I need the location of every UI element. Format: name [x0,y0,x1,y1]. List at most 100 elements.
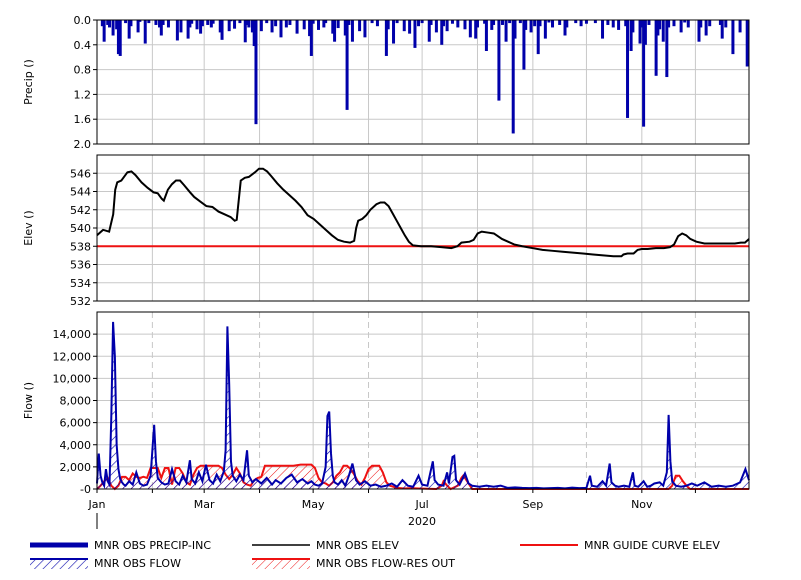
precip-ytick-label: 1.2 [74,88,92,101]
precip-bar [336,20,340,29]
x-tick-label: Nov [631,498,653,511]
legend-item-guide: MNR GUIDE CURVE ELEV [520,538,720,552]
precip-bar [551,20,555,28]
precip-bar [533,20,537,27]
precip-bar [358,20,362,32]
elev-ytick-label: 546 [70,167,91,180]
legend-swatch-guide [520,538,578,552]
precip-bar [631,20,635,33]
precip-bar [672,20,676,27]
precip-bar [456,20,460,28]
precip-bar [492,20,496,25]
precip-bar [345,20,349,110]
precip-bar [500,20,504,25]
precip-bar [538,20,542,27]
precip-bar [143,20,147,44]
precip-bar [259,20,263,32]
flow-ytick-label: 2,000 [60,461,92,474]
flow-ytick-label: -0 [80,483,91,496]
precip-bar [220,20,224,40]
precip-bar [413,20,417,48]
legend-label-res-out: MNR OBS FLOW-RES OUT [316,556,455,570]
legend-item-precip: MNR OBS PRECIP-INC [30,538,211,552]
precip-bar [118,20,122,56]
legend-swatch-flow [30,556,88,570]
precip-bar [161,20,165,25]
elev-ytick-label: 544 [70,186,91,199]
legend-label-flow: MNR OBS FLOW [94,556,181,570]
legend-label-guide: MNR GUIDE CURVE ELEV [584,538,720,552]
precip-bar [295,20,299,34]
precip-bar [724,20,728,28]
precip-bar [579,20,583,27]
precip-bar [704,20,708,36]
precip-bar [665,20,669,78]
flow-panel: -0 2,000 4,000 6,000 8,000 10,000 12,000 14,000… [22,311,750,496]
precip-bar [667,20,671,28]
precip-bar [475,20,479,28]
precip-ytick-label: 2.0 [74,138,92,151]
precip-bar [484,20,488,51]
chart-svg: 0.0 0.4 0.8 1.2 1.6 2.0 Precip () 532 534 536 538… [22,14,750,529]
elev-ytick-label: 538 [70,240,91,253]
legend-item-flow: MNR OBS FLOW [30,556,181,570]
legend-item-elev: MNR OBS ELEV [252,538,399,552]
precip-bar [392,20,396,44]
precip-bar [434,20,438,33]
precip-bar [504,20,508,42]
elev-ytick-label: 532 [70,295,91,308]
precip-bar [584,20,588,24]
x-tick-label: Jan [88,498,106,511]
precip-bar [179,20,183,33]
precip-ylabel: Precip () [22,59,35,105]
precip-bar [442,20,446,27]
precip-bar [611,20,615,28]
precip-bar [513,20,517,39]
precip-bar [708,20,712,27]
precip-bar [468,20,472,38]
x-tick-label: Mar [194,498,215,511]
flow-ytick-label: 4,000 [60,439,92,452]
precip-bar [102,20,106,42]
precip-bar [347,20,351,25]
flow-ytick-label: 8,000 [60,395,92,408]
precip-bar [408,20,412,34]
flow-ytick-label: 10,000 [53,372,92,385]
precip-frame [96,19,750,145]
precip-bar [720,20,724,39]
precip-bar [643,20,647,45]
precip-bar [417,20,421,27]
flow-ylabel: Flow () [22,382,35,419]
precip-bar [274,20,278,27]
precip-bar [200,20,204,27]
precip-bar [601,20,605,39]
precip-bar [211,20,215,24]
precip-bar [686,20,690,28]
precip-bar [195,20,199,30]
elev-ytick-label: 536 [70,259,91,272]
precip-bar [497,20,501,101]
precip-bar [543,20,547,39]
x-tick-label: Jul [414,498,428,511]
precip-ytick-label: 1.6 [74,113,92,126]
precip-bar [175,20,179,41]
precip-bar [738,20,742,33]
precip-bar [166,20,170,28]
precip-bar [402,20,406,32]
precip-bar [311,20,315,24]
precip-bar [558,20,562,25]
precip-bar [302,20,306,30]
precip-bar [333,20,337,42]
legend-swatch-res-out [252,556,310,570]
elev-ytick-label: 534 [70,277,91,290]
precip-bar [658,20,662,30]
elev-panel: 532 534 536 538 540 542 544 546 Elev () [22,154,750,308]
precip-bar [111,20,115,36]
x-tick-label: Sep [522,498,543,511]
precip-ytick-label: 0.0 [74,14,92,27]
precip-bar [745,20,749,67]
precip-bar [661,20,665,42]
flow-ytick-label: 14,000 [53,328,92,341]
precip-bar [375,20,379,27]
elev-ylabel: Elev () [22,210,35,245]
